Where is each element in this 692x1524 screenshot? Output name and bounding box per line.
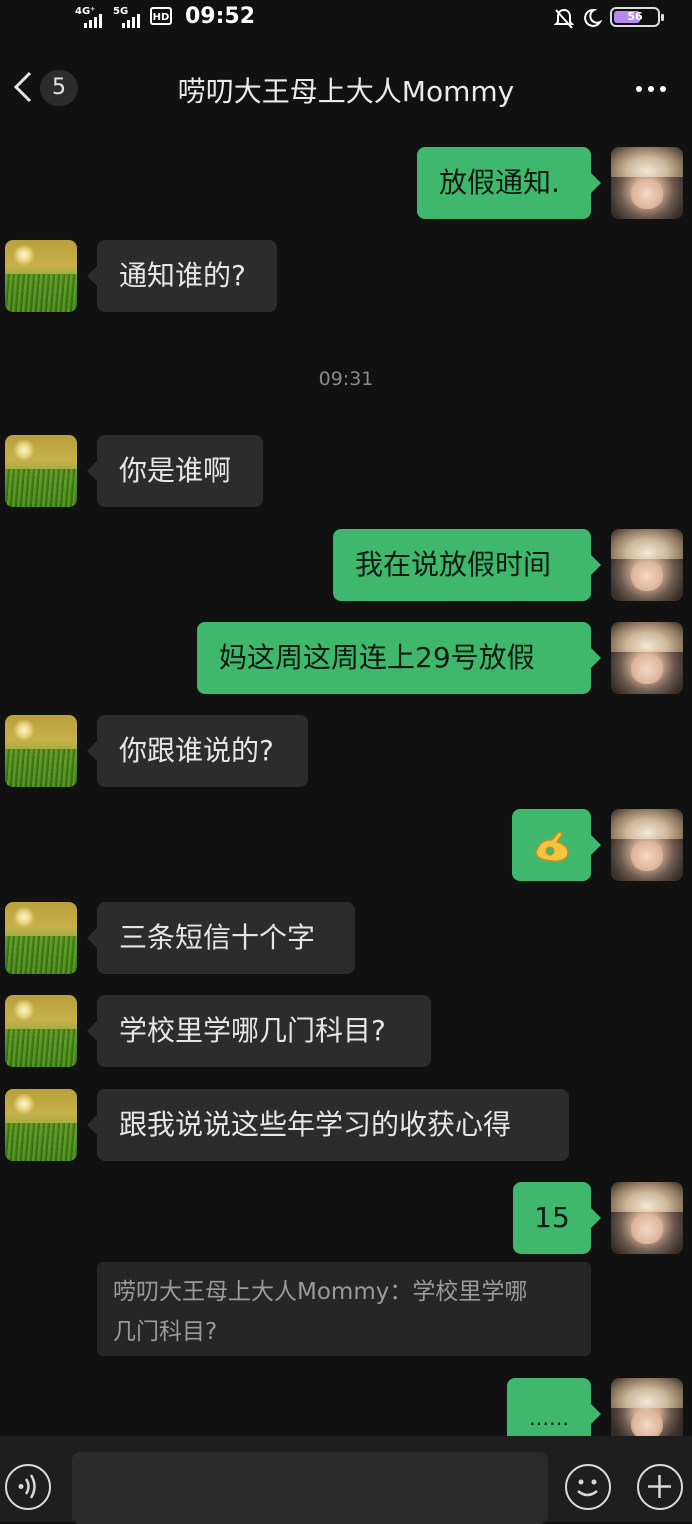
signal-icon — [84, 14, 102, 28]
mute-bell-icon — [554, 8, 574, 29]
contact-avatar[interactable] — [5, 995, 77, 1067]
voice-input-icon[interactable] — [5, 1464, 51, 1510]
ok-hand-icon — [535, 831, 569, 862]
message-bubble[interactable] — [512, 809, 601, 881]
more-options-icon[interactable] — [636, 86, 666, 92]
message-bubble[interactable]: 跟我说说这些年学习的收获心得 — [87, 1089, 569, 1161]
message-bubble[interactable]: 我在说放假时间 — [333, 529, 601, 601]
message-input[interactable] — [72, 1452, 548, 1524]
my-avatar[interactable] — [611, 809, 683, 881]
message-bubble[interactable]: 三条短信十个字 — [87, 902, 355, 974]
status-time: 09:52 — [185, 4, 256, 29]
status-bar: 4G⁺ 5G HD 09:52 56 — [0, 0, 692, 40]
contact-avatar[interactable] — [5, 240, 77, 312]
message-bubble[interactable]: 学校里学哪几门科目? — [87, 995, 431, 1067]
signal-icon — [122, 14, 140, 28]
chat-header: 5 唠叨大王母上大人Mommy — [0, 48, 692, 128]
message-bubble[interactable]: 通知谁的? — [87, 240, 277, 312]
chat-title: 唠叨大王母上大人Mommy — [177, 75, 515, 108]
moon-icon — [584, 8, 602, 27]
contact-avatar[interactable] — [5, 715, 77, 787]
sound-wave-icon — [18, 1474, 36, 1499]
quoted-message[interactable]: 唠叨大王母上大人Mommy：学校里学哪 几门科目? — [97, 1262, 591, 1356]
contact-avatar[interactable] — [5, 435, 77, 507]
message-bubble[interactable]: 15 — [513, 1182, 601, 1254]
emoji-icon[interactable] — [565, 1464, 611, 1510]
smiley-face-icon — [577, 1479, 598, 1497]
message-bubble[interactable]: 放假通知. — [417, 147, 601, 219]
message-bubble[interactable]: 你跟谁说的? — [87, 715, 308, 787]
battery-level: 56 — [627, 10, 643, 23]
contact-avatar[interactable] — [5, 902, 77, 974]
my-avatar[interactable] — [611, 1378, 683, 1436]
hd-voice-icon: HD — [150, 7, 172, 25]
my-avatar[interactable] — [611, 1182, 683, 1254]
add-more-icon[interactable] — [637, 1464, 683, 1510]
battery-icon: 56 — [610, 7, 664, 27]
plus-icon — [648, 1475, 671, 1498]
message-timestamp: 09:31 — [318, 368, 374, 390]
my-avatar[interactable] — [611, 622, 683, 694]
contact-avatar[interactable] — [5, 1089, 77, 1161]
quote-line: 唠叨大王母上大人Mommy：学校里学哪 — [113, 1279, 528, 1305]
message-bubble[interactable]: 妈这周这周连上29号放假 — [197, 622, 601, 694]
quote-line: 几门科目? — [113, 1319, 218, 1345]
my-avatar[interactable] — [611, 147, 683, 219]
my-avatar[interactable] — [611, 529, 683, 601]
message-bubble[interactable]: …… — [507, 1378, 601, 1436]
message-bubble[interactable]: 你是谁啊 — [87, 435, 263, 507]
input-bar — [0, 1436, 692, 1524]
